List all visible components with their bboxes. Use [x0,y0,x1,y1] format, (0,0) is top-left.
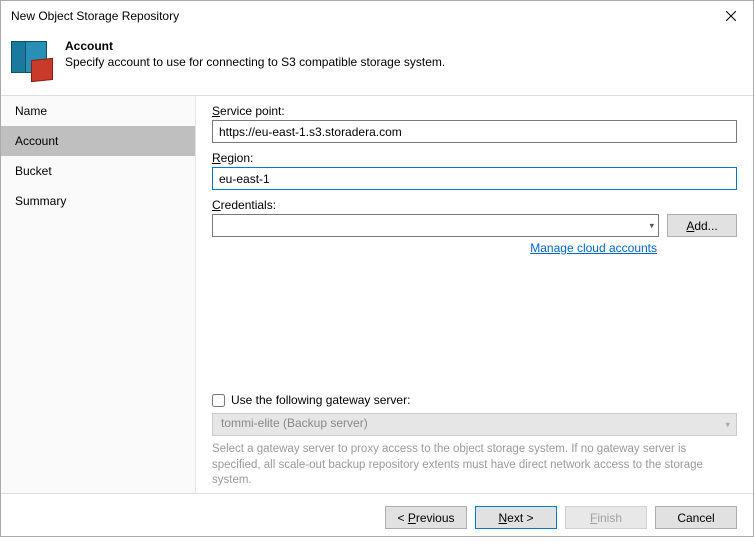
main-panel: Service point: Region: Credentials: ▾ Ad… [196,96,753,493]
previous-button[interactable]: < Previous [385,506,467,529]
close-icon [726,11,736,21]
finish-button: Finish [565,506,647,529]
storage-icon [11,39,53,81]
sidebar-item-name[interactable]: Name [1,96,195,126]
gateway-server-value: tommi-elite (Backup server) [221,416,368,430]
gateway-checkbox[interactable] [212,394,225,407]
header-title: Account [65,39,445,53]
manage-cloud-accounts-link[interactable]: Manage cloud accounts [530,241,657,255]
sidebar-item-account[interactable]: Account [1,126,195,156]
close-button[interactable] [708,1,753,31]
cancel-button[interactable]: Cancel [655,506,737,529]
region-input[interactable] [212,167,737,190]
footer: < Previous Next > Finish Cancel [1,493,753,541]
service-point-label: Service point: [212,104,737,118]
chevron-down-icon: ▾ [725,419,730,430]
header: Account Specify account to use for conne… [1,31,753,95]
window-title: New Object Storage Repository [11,9,708,23]
gateway-server-select: tommi-elite (Backup server) ▾ [212,413,737,436]
titlebar: New Object Storage Repository [1,1,753,31]
header-subtitle: Specify account to use for connecting to… [65,55,445,69]
sidebar-item-summary[interactable]: Summary [1,186,195,216]
wizard-sidebar: Name Account Bucket Summary [1,96,196,493]
region-label: Region: [212,151,737,165]
credentials-label: Credentials: [212,198,737,212]
credentials-select[interactable]: ▾ [212,214,659,237]
service-point-input[interactable] [212,120,737,143]
gateway-checkbox-label: Use the following gateway server: [231,393,410,407]
header-text: Account Specify account to use for conne… [65,39,445,69]
gateway-checkbox-row[interactable]: Use the following gateway server: [212,393,737,407]
body: Name Account Bucket Summary Service poin… [1,95,753,493]
credentials-value [212,214,659,237]
sidebar-item-bucket[interactable]: Bucket [1,156,195,186]
gateway-block: Use the following gateway server: tommi-… [212,393,737,489]
next-button[interactable]: Next > [475,506,557,529]
gateway-hint: Select a gateway server to proxy access … [212,442,737,489]
add-credentials-button[interactable]: Add... [667,214,737,237]
